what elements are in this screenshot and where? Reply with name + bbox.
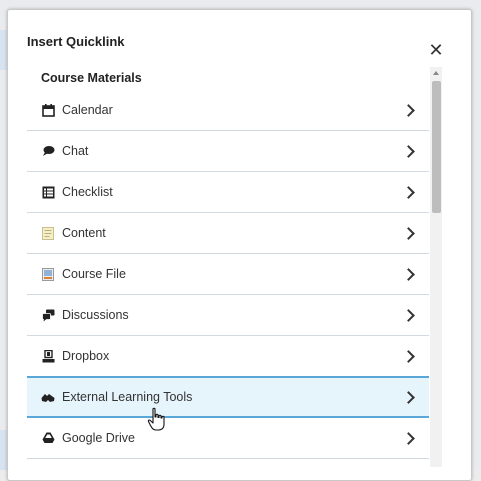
quicklink-list: Calendar Chat Checklist Content Course F… <box>27 90 429 459</box>
chevron-right-icon <box>402 267 415 281</box>
chevron-right-icon <box>402 349 415 363</box>
list-item-label: Course File <box>62 267 126 281</box>
dialog-title: Insert Quicklink <box>27 34 125 49</box>
chevron-right-icon <box>402 226 415 240</box>
list-item-content[interactable]: Content <box>27 213 429 254</box>
scrollbar-thumb[interactable] <box>432 81 441 213</box>
discussions-icon <box>41 308 55 322</box>
list-item-label: Content <box>62 226 106 240</box>
list-item-course-file[interactable]: Course File <box>27 254 429 295</box>
chevron-right-icon <box>402 103 415 117</box>
scroll-up-icon[interactable] <box>430 67 442 79</box>
calendar-icon <box>41 103 55 117</box>
list-item-label: Chat <box>62 144 89 158</box>
list-item-dropbox[interactable]: Dropbox <box>27 336 429 377</box>
list-item-chat[interactable]: Chat <box>27 131 429 172</box>
chat-icon <box>41 144 55 158</box>
list-item-checklist[interactable]: Checklist <box>27 172 429 213</box>
list-item-label: Calendar <box>62 103 113 117</box>
list-item-google-drive[interactable]: Google Drive <box>27 418 429 459</box>
chevron-right-icon <box>402 390 415 404</box>
content-icon <box>41 226 55 240</box>
list-item-label: External Learning Tools <box>62 390 193 404</box>
chevron-right-icon <box>402 144 415 158</box>
list-scrollbar[interactable] <box>430 67 442 467</box>
list-item-calendar[interactable]: Calendar <box>27 90 429 131</box>
list-item-label: Discussions <box>62 308 129 322</box>
checklist-icon <box>41 185 55 199</box>
course-file-icon <box>41 267 55 281</box>
list-item-discussions[interactable]: Discussions <box>27 295 429 336</box>
list-item-label: Checklist <box>62 185 113 199</box>
list-item-label: Dropbox <box>62 349 110 363</box>
list-item-external-learning-tools[interactable]: External Learning Tools <box>27 376 429 418</box>
section-title: Course Materials <box>41 71 142 85</box>
close-icon[interactable]: ✕ <box>426 40 446 60</box>
dropbox-icon <box>41 349 55 363</box>
chevron-right-icon <box>402 431 415 445</box>
chevron-right-icon <box>402 308 415 322</box>
list-item-label: Google Drive <box>62 431 135 445</box>
chevron-right-icon <box>402 185 415 199</box>
quicklink-list-area: Course Materials Calendar Chat Checklist <box>27 66 429 476</box>
hand-pointer-icon <box>146 407 168 433</box>
google-drive-icon <box>41 431 55 445</box>
external-learning-tools-icon <box>41 390 55 404</box>
